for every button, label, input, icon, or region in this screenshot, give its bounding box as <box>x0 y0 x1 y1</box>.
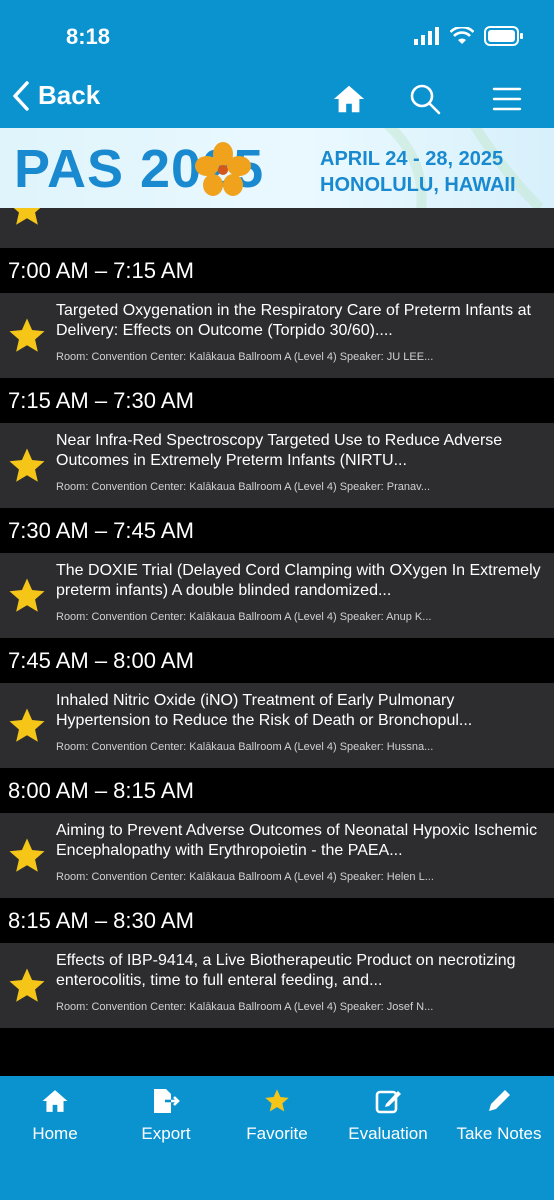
home-icon <box>333 85 365 113</box>
tab-home[interactable]: Home <box>0 1086 110 1144</box>
back-button[interactable]: Back <box>12 80 100 111</box>
menu-button[interactable] <box>490 82 524 116</box>
time-slot-header: 7:00 AM – 7:15 AM <box>0 248 554 293</box>
session-title: Inhaled Nitric Oxide (iNO) Treatment of … <box>56 692 473 729</box>
tab-label: Favorite <box>246 1124 308 1143</box>
favorite-star-icon[interactable] <box>6 835 48 877</box>
tab-take-notes[interactable]: Take Notes <box>444 1086 554 1144</box>
search-button[interactable] <box>408 82 442 116</box>
banner-location: HONOLULU, HAWAII <box>320 174 516 196</box>
session-row[interactable]: Aiming to Prevent Adverse Outcomes of Ne… <box>0 813 554 898</box>
tab-evaluation[interactable]: Evaluation <box>333 1086 443 1144</box>
tab-label: Export <box>141 1124 191 1143</box>
time-slot-header: 7:45 AM – 8:00 AM <box>0 638 554 683</box>
battery-icon <box>484 26 523 46</box>
hibiscus-flower-icon <box>195 142 251 196</box>
session-meta: Room: Convention Center: Kalākaua Ballro… <box>56 351 434 363</box>
banner-dates-block: APRIL 24 - 28, 2025 HONOLULU, HAWAII <box>320 146 516 198</box>
session-row[interactable]: Targeted Oxygenation in the Respiratory … <box>0 293 554 378</box>
tab-export[interactable]: Export <box>111 1086 221 1144</box>
tab-bar: Home Export Favorite Evaluation Take Not… <box>0 1076 554 1200</box>
signal-icon <box>414 27 439 45</box>
session-row[interactable]: Inhaled Nitric Oxide (iNO) Treatment of … <box>0 683 554 768</box>
session-title: Near Infra-Red Spectroscopy Targeted Use… <box>56 432 503 469</box>
wifi-icon <box>450 27 474 44</box>
session-title: Effects of IBP-9414, a Live Biotherapeut… <box>56 952 516 989</box>
hamburger-menu-icon <box>492 87 522 111</box>
nav-bar: Back <box>0 70 554 128</box>
pencil-icon <box>489 1090 510 1111</box>
tab-label: Take Notes <box>456 1124 542 1143</box>
star-icon <box>265 1089 289 1112</box>
chevron-left-icon <box>13 80 29 111</box>
session-meta: Room: Convention Center: Kalākaua Ballro… <box>56 741 434 753</box>
favorite-star-icon[interactable] <box>6 705 48 747</box>
time-slot-header: 7:15 AM – 7:30 AM <box>0 378 554 423</box>
session-row[interactable]: Effects of IBP-9414, a Live Biotherapeut… <box>0 943 554 1028</box>
session-meta: Room: Convention Center: Kalākaua Ballro… <box>56 871 434 883</box>
status-time: 8:18 <box>66 24 111 49</box>
home-icon <box>42 1090 68 1112</box>
search-icon <box>410 84 441 115</box>
status-bar: 8:18 <box>0 0 554 70</box>
time-slot-header: 8:00 AM – 8:15 AM <box>0 768 554 813</box>
star-icon <box>13 208 41 225</box>
time-slot-header: 8:15 AM – 8:30 AM <box>0 898 554 943</box>
home-button[interactable] <box>332 82 366 116</box>
session-title: Targeted Oxygenation in the Respiratory … <box>56 302 531 339</box>
conference-banner: PAS 2025 APRIL 24 - 28, 2025 HONOLULU, H… <box>0 128 554 208</box>
banner-dates: APRIL 24 - 28, 2025 <box>320 148 504 170</box>
session-row[interactable]: The DOXIE Trial (Delayed Cord Clamping w… <box>0 553 554 638</box>
tab-label: Home <box>32 1124 78 1143</box>
session-meta: Room: Convention Center: Kalākaua Ballro… <box>56 611 432 623</box>
session-meta: Room: Convention Center: Kalākaua Ballro… <box>56 481 430 493</box>
edit-square-icon <box>375 1090 401 1114</box>
favorite-star-icon[interactable] <box>6 315 48 357</box>
favorite-star-icon[interactable] <box>6 965 48 1007</box>
favorite-star-icon[interactable] <box>6 575 48 617</box>
session-list[interactable]: 7:00 AM – 7:15 AM Targeted Oxygenation i… <box>0 208 554 1076</box>
session-meta: Room: Convention Center: Kalākaua Ballro… <box>56 1001 434 1013</box>
previous-session-row[interactable] <box>0 208 554 248</box>
back-label: Back <box>38 80 101 110</box>
tab-label: Evaluation <box>348 1124 428 1143</box>
tab-favorite[interactable]: Favorite <box>222 1086 332 1144</box>
session-row[interactable]: Near Infra-Red Spectroscopy Targeted Use… <box>0 423 554 508</box>
time-slot-header: 7:30 AM – 7:45 AM <box>0 508 554 553</box>
session-title: The DOXIE Trial (Delayed Cord Clamping w… <box>56 562 541 599</box>
status-icons <box>414 26 524 46</box>
export-icon <box>154 1089 180 1113</box>
favorite-star-icon[interactable] <box>6 445 48 487</box>
session-title: Aiming to Prevent Adverse Outcomes of Ne… <box>56 822 538 859</box>
